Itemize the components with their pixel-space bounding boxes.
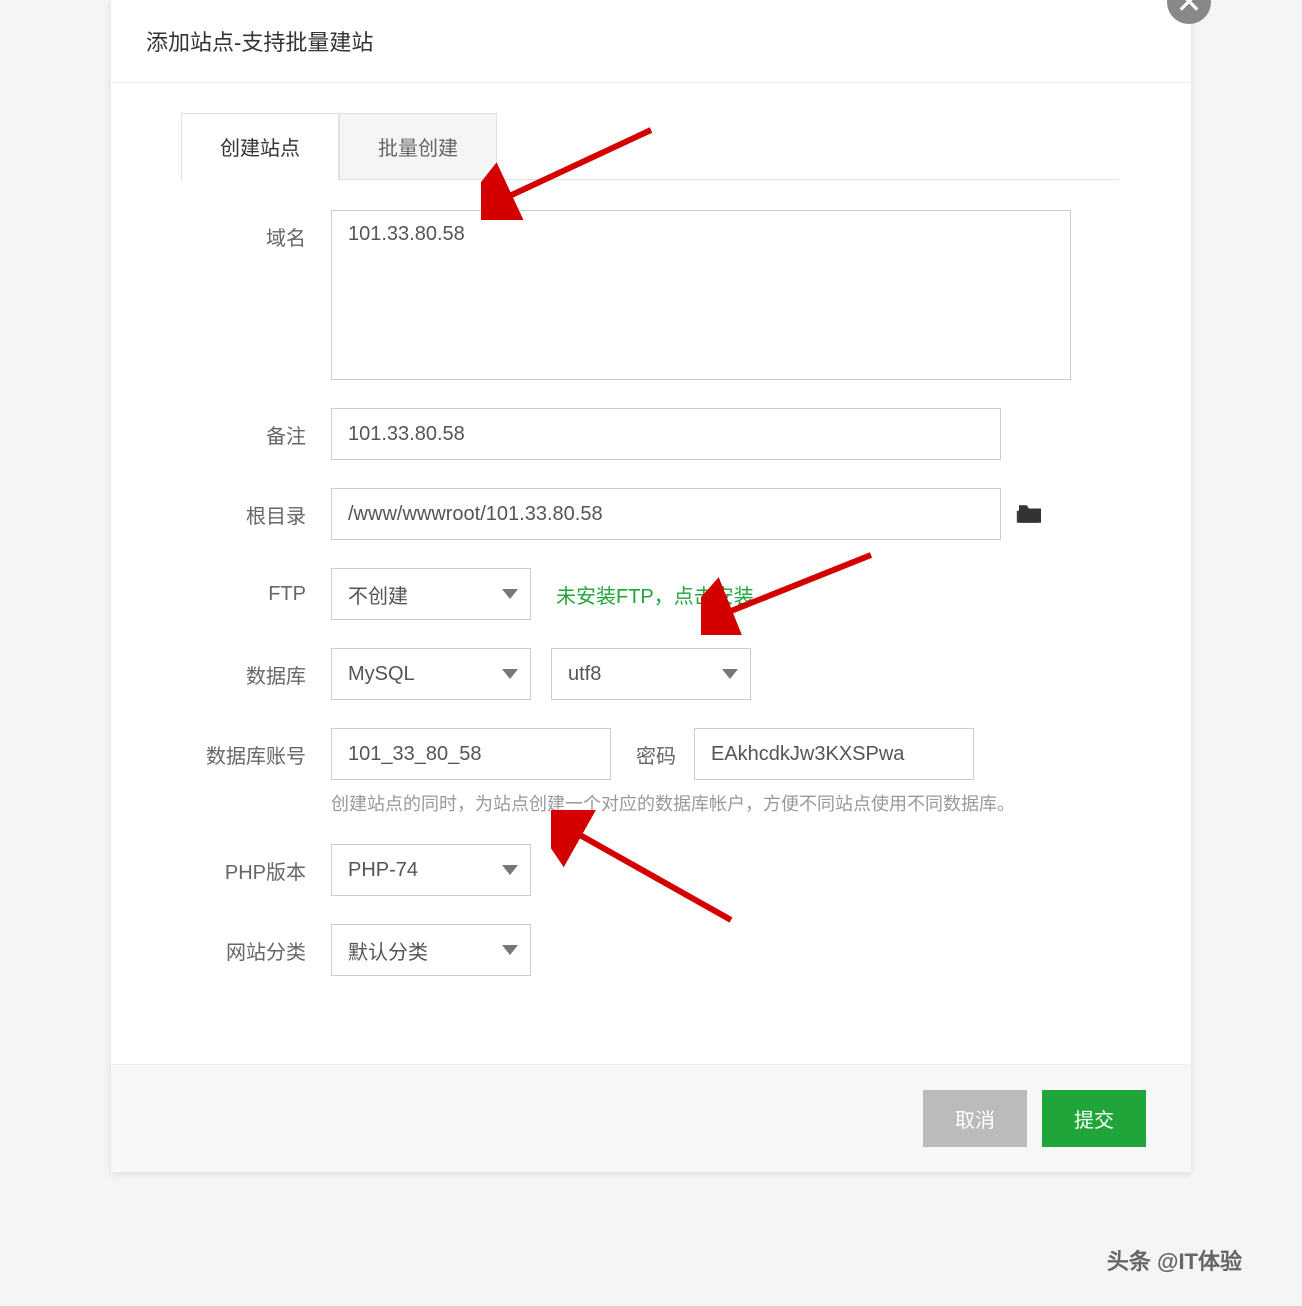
row-dbaccount: 数据库账号 密码 xyxy=(181,728,1121,780)
tab-batch-create[interactable]: 批量创建 xyxy=(339,113,497,179)
label-dbaccount: 数据库账号 xyxy=(181,740,331,769)
cancel-button[interactable]: 取消 xyxy=(923,1090,1027,1147)
modal-title: 添加站点-支持批量建站 xyxy=(146,25,1156,57)
row-remark: 备注 xyxy=(181,408,1121,460)
chevron-down-icon xyxy=(502,589,518,599)
chevron-down-icon xyxy=(722,669,738,679)
tabs: 创建站点 批量创建 xyxy=(181,113,1119,180)
row-category: 网站分类 默认分类 xyxy=(181,924,1121,976)
form: 域名 101.33.80.58 备注 根目录 FTP 不创建 未安装FTP，点击… xyxy=(111,180,1191,1064)
php-version-select[interactable]: PHP-74 xyxy=(331,844,531,896)
watermark: 头条 @IT体验 xyxy=(1107,1244,1242,1276)
php-version-value: PHP-74 xyxy=(348,859,418,882)
submit-button[interactable]: 提交 xyxy=(1042,1090,1146,1147)
label-domain: 域名 xyxy=(181,210,331,251)
label-category: 网站分类 xyxy=(181,936,331,965)
row-database: 数据库 MySQL utf8 xyxy=(181,648,1121,700)
ftp-selected-value: 不创建 xyxy=(348,580,408,609)
row-php: PHP版本 PHP-74 xyxy=(181,844,1121,896)
chevron-down-icon xyxy=(502,865,518,875)
modal-header: 添加站点-支持批量建站 ✕ xyxy=(111,0,1191,83)
label-root: 根目录 xyxy=(181,500,331,529)
password-input[interactable] xyxy=(694,728,974,780)
category-select[interactable]: 默认分类 xyxy=(331,924,531,976)
chevron-down-icon xyxy=(502,945,518,955)
add-site-modal: 添加站点-支持批量建站 ✕ 创建站点 批量创建 域名 101.33.80.58 … xyxy=(111,0,1191,1172)
db-hint-text: 创建站点的同时，为站点创建一个对应的数据库帐户，方便不同站点使用不同数据库。 xyxy=(331,790,1121,816)
database-type-value: MySQL xyxy=(348,663,415,686)
dbaccount-input[interactable] xyxy=(331,728,611,780)
label-password: 密码 xyxy=(636,740,676,769)
domain-input[interactable]: 101.33.80.58 xyxy=(331,210,1071,380)
row-ftp: FTP 不创建 未安装FTP，点击安装 xyxy=(181,568,1121,620)
chevron-down-icon xyxy=(502,669,518,679)
database-charset-select[interactable]: utf8 xyxy=(551,648,751,700)
remark-input[interactable] xyxy=(331,408,1001,460)
label-ftp: FTP xyxy=(181,583,331,606)
category-value: 默认分类 xyxy=(348,936,428,965)
label-php: PHP版本 xyxy=(181,856,331,885)
ftp-select[interactable]: 不创建 xyxy=(331,568,531,620)
ftp-install-link[interactable]: 未安装FTP，点击安装 xyxy=(556,580,754,609)
database-type-select[interactable]: MySQL xyxy=(331,648,531,700)
modal-footer: 取消 提交 xyxy=(111,1064,1191,1172)
database-charset-value: utf8 xyxy=(568,663,601,686)
close-button[interactable]: ✕ xyxy=(1167,0,1211,24)
tab-create-site[interactable]: 创建站点 xyxy=(181,113,339,180)
row-root: 根目录 xyxy=(181,488,1121,540)
row-domain: 域名 101.33.80.58 xyxy=(181,210,1121,380)
label-database: 数据库 xyxy=(181,660,331,689)
root-dir-input[interactable] xyxy=(331,488,1001,540)
label-remark: 备注 xyxy=(181,420,331,449)
folder-icon[interactable] xyxy=(1016,503,1044,525)
